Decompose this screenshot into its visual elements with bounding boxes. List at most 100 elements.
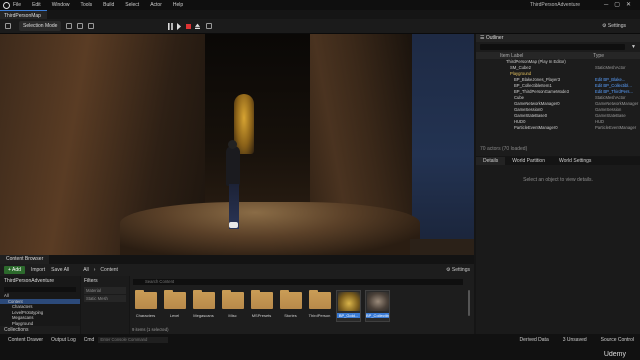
- folder-tile[interactable]: Misc: [220, 290, 245, 322]
- outliner-row-label: BP_BlakeJones_Player3: [514, 77, 561, 82]
- asset-search-input[interactable]: Search Content: [133, 279, 463, 285]
- folder-label: Level: [169, 313, 180, 318]
- outliner-header: ☰ Outliner: [476, 34, 640, 42]
- outliner-row-label: GameStateBase0: [514, 113, 548, 118]
- content-browser-tab[interactable]: Content Browser: [0, 255, 50, 264]
- details-tabs: Details World Partition World Settings: [476, 157, 640, 165]
- player-head: [228, 140, 237, 149]
- asset-tile[interactable]: BP_Collectible: [365, 290, 390, 322]
- level-tab[interactable]: ThirdPersonMap: [0, 10, 47, 19]
- title-bar: File Edit Window Tools Build Select Acto…: [0, 0, 640, 10]
- folder-icon: [192, 290, 215, 309]
- breadcrumb: All › Content: [83, 267, 123, 273]
- outliner-row-label: ParticleEventManager0: [514, 125, 558, 130]
- glowing-doorway: [234, 94, 254, 154]
- folder-label: ThirdPerson: [308, 313, 331, 318]
- breadcrumb-content[interactable]: Content: [100, 267, 118, 273]
- menu-file[interactable]: File: [13, 2, 21, 8]
- stop-icon[interactable]: [186, 23, 192, 30]
- menu-actor[interactable]: Actor: [150, 2, 162, 8]
- breadcrumb-all[interactable]: All: [83, 267, 89, 273]
- outliner-row[interactable]: ParticleEventManager0 ParticleEventManage…: [476, 125, 640, 131]
- menu-build[interactable]: Build: [103, 2, 114, 8]
- step-icon[interactable]: [177, 22, 182, 30]
- status-bar: Content Drawer Output Log Cmd Enter Cons…: [0, 334, 640, 360]
- col-item-label[interactable]: Item Label: [500, 53, 523, 59]
- platforms-icon[interactable]: [206, 23, 213, 29]
- cmd-dropdown[interactable]: Cmd: [84, 337, 95, 343]
- settings-button[interactable]: ⚙ Settings: [602, 23, 626, 29]
- filter-material[interactable]: Material: [84, 287, 126, 294]
- folder-tile[interactable]: Characters: [133, 290, 158, 322]
- player-character: [226, 146, 240, 186]
- asset-scrollbar[interactable]: [468, 290, 470, 316]
- filter-icon[interactable]: ▼: [631, 44, 636, 50]
- content-drawer-button[interactable]: Content Drawer: [8, 337, 43, 343]
- folder-label: MSPresets: [251, 313, 272, 318]
- folder-icon: [163, 290, 186, 309]
- outliner-row-label: GameNetworkManager0: [514, 101, 560, 106]
- details-empty-message: Select an object to view details.: [523, 177, 593, 183]
- filter-static-mesh[interactable]: Static Mesh: [84, 295, 126, 302]
- tab-world-partition[interactable]: World Partition: [505, 157, 552, 165]
- unsaved-button[interactable]: 3 Unsaved: [563, 337, 587, 343]
- outliner-row-label: BP_ThirdPersonGameMode3: [514, 89, 569, 94]
- folder-tile[interactable]: Megascans: [191, 290, 216, 322]
- rocky-floor: [120, 202, 420, 255]
- outliner-title: Outliner: [485, 35, 504, 41]
- udemy-watermark: Udemy: [603, 351, 626, 358]
- menu-edit[interactable]: Edit: [32, 2, 41, 8]
- tab-world-settings[interactable]: World Settings: [552, 157, 598, 165]
- level-viewport[interactable]: [0, 34, 474, 255]
- folder-label: Megascans: [193, 313, 214, 318]
- selection-count: 9 items (1 selected): [132, 327, 169, 332]
- cb-settings-button[interactable]: ⚙ Settings: [446, 267, 470, 273]
- save-all-button[interactable]: Save All: [51, 267, 69, 273]
- folder-icon: [250, 290, 273, 309]
- folder-tile[interactable]: MSPresets: [249, 290, 274, 322]
- derived-data-button[interactable]: Derived Data: [520, 337, 549, 343]
- folder-tile[interactable]: Stories: [278, 290, 303, 322]
- folder-tile[interactable]: ThirdPerson: [307, 290, 332, 322]
- folder-icon: [279, 290, 302, 309]
- asset-label: BP_Gold...: [337, 313, 360, 318]
- tab-details[interactable]: Details: [476, 157, 506, 165]
- outliner-row-label: SM_Cube2: [510, 65, 531, 70]
- foreground-rock: [410, 239, 474, 255]
- folder-label: Misc: [228, 313, 237, 318]
- player-shoe: [229, 222, 238, 228]
- folder-tile[interactable]: Level: [162, 290, 187, 322]
- blueprint-icon[interactable]: [77, 23, 84, 29]
- asset-tile[interactable]: BP_Gold...: [336, 290, 361, 322]
- outliner-footer: 70 actors (70 loaded): [480, 146, 528, 152]
- asset-thumbnail: [337, 292, 360, 311]
- source-control-button[interactable]: Source Control: [601, 337, 634, 343]
- selection-mode-dropdown[interactable]: Selection Mode: [19, 21, 62, 31]
- folder-icon: [134, 290, 157, 309]
- eject-icon[interactable]: [195, 23, 201, 30]
- outliner-search-input[interactable]: [480, 44, 626, 50]
- filters-title: Filters: [84, 278, 98, 284]
- tree-root[interactable]: ThirdPersonAdventure: [0, 276, 80, 286]
- col-type[interactable]: Type: [593, 53, 604, 59]
- collections-header[interactable]: Collections: [0, 326, 80, 334]
- pause-icon[interactable]: [168, 22, 174, 30]
- window-controls[interactable]: ─▢✕: [604, 1, 637, 8]
- menu-tools[interactable]: Tools: [80, 2, 92, 8]
- content-browser-toolbar: + Add Import Save All All › Content ⚙ Se…: [0, 264, 474, 276]
- window-title: ThirdPersonAdventure: [530, 2, 581, 8]
- content-browser-tabbar: Content Browser: [0, 255, 474, 264]
- menu-window[interactable]: Window: [52, 2, 70, 8]
- console-command-input[interactable]: Enter Console Command: [98, 337, 169, 343]
- import-button[interactable]: Import: [31, 267, 45, 273]
- save-icon[interactable]: [5, 23, 11, 29]
- tree-search-input[interactable]: [4, 287, 76, 292]
- add-button[interactable]: + Add: [4, 266, 25, 274]
- settings-label: Settings: [607, 23, 626, 29]
- output-log-button[interactable]: Output Log: [51, 337, 76, 343]
- folder-icon: [308, 290, 331, 309]
- cinematics-icon[interactable]: [88, 23, 95, 29]
- menu-help[interactable]: Help: [173, 2, 183, 8]
- menu-select[interactable]: Select: [125, 2, 139, 8]
- add-actor-icon[interactable]: [66, 23, 73, 29]
